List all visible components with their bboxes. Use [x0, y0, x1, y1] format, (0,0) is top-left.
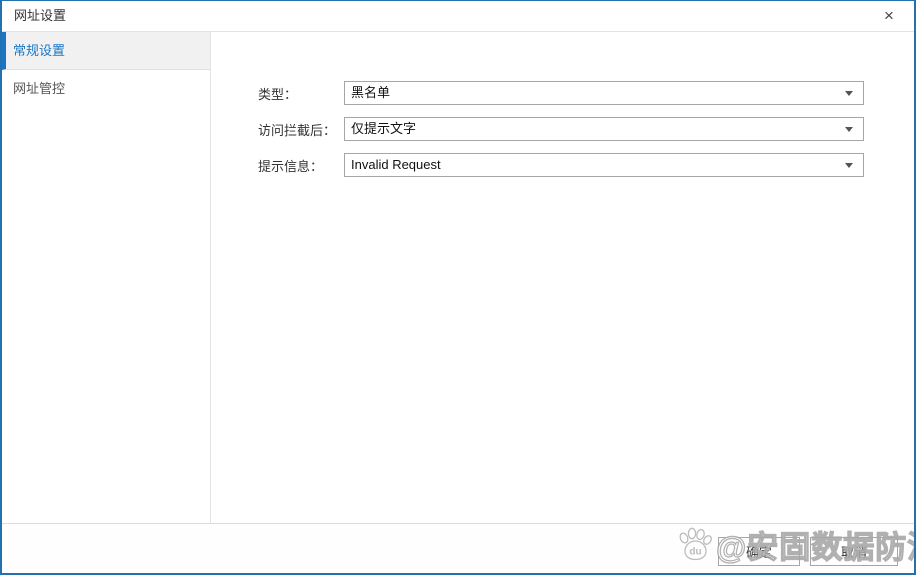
- sidebar-item-url-control[interactable]: 网址管控: [2, 70, 210, 108]
- prompt-message-label: 提示信息：: [258, 156, 344, 175]
- cancel-button[interactable]: 取消: [810, 537, 898, 566]
- sidebar: 常规设置 网址管控: [2, 32, 211, 523]
- after-block-label: 访问拦截后：: [258, 120, 344, 139]
- sidebar-item-label: 常规设置: [13, 43, 65, 58]
- type-dropdown[interactable]: 黑名单: [344, 81, 864, 105]
- form-row-type: 类型： 黑名单: [258, 81, 914, 105]
- url-settings-dialog: 网址设置 × 常规设置 网址管控 类型： 黑名单 访问拦截后：: [0, 0, 916, 575]
- titlebar: 网址设置 ×: [2, 1, 914, 32]
- chevron-down-icon: [845, 91, 853, 96]
- footer: 确定 取消: [2, 523, 914, 573]
- sidebar-item-general-settings[interactable]: 常规设置: [2, 32, 210, 70]
- sidebar-item-label: 网址管控: [13, 81, 65, 96]
- after-block-dropdown-value: 仅提示文字: [345, 118, 863, 140]
- settings-form: 类型： 黑名单 访问拦截后： 仅提示文字 提示信息： Invalid Reque…: [211, 32, 914, 523]
- dialog-body: 常规设置 网址管控 类型： 黑名单 访问拦截后： 仅提示文字: [2, 32, 914, 523]
- type-dropdown-value: 黑名单: [345, 82, 863, 104]
- form-row-after-block: 访问拦截后： 仅提示文字: [258, 117, 914, 141]
- page-title: 网址设置: [2, 8, 66, 23]
- after-block-dropdown[interactable]: 仅提示文字: [344, 117, 864, 141]
- prompt-message-dropdown[interactable]: Invalid Request: [344, 153, 864, 177]
- ok-button[interactable]: 确定: [718, 537, 800, 566]
- chevron-down-icon: [845, 127, 853, 132]
- close-icon[interactable]: ×: [878, 1, 900, 31]
- prompt-message-dropdown-value: Invalid Request: [345, 154, 863, 176]
- chevron-down-icon: [845, 163, 853, 168]
- form-row-prompt-message: 提示信息： Invalid Request: [258, 153, 914, 177]
- type-label: 类型：: [258, 84, 344, 103]
